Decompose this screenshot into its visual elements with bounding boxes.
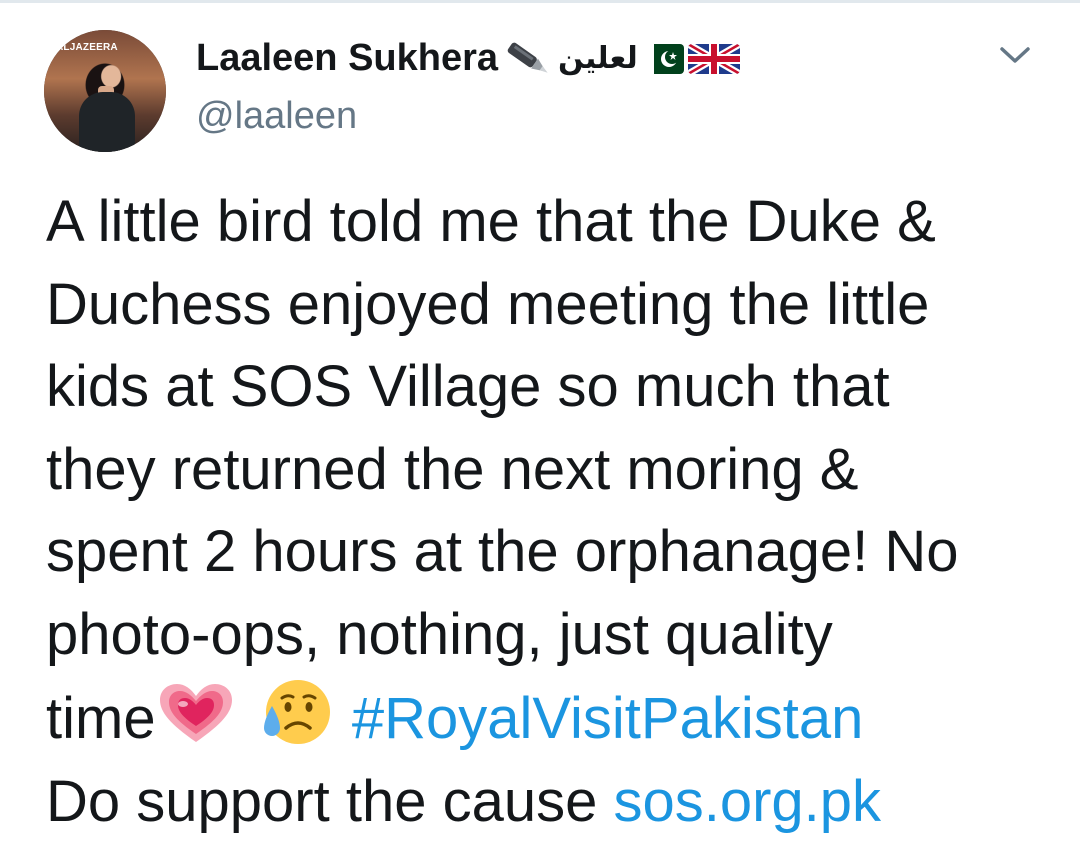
- tweet-line: Duchess enjoyed meeting the little: [46, 271, 930, 337]
- tweet-last-word: time: [46, 686, 156, 751]
- author-handle[interactable]: @laaleen: [196, 95, 357, 138]
- avatar-figure: [79, 92, 135, 152]
- tweet: ALJAZEERA Laaleen Sukhera لعلین @laaleen…: [0, 0, 1080, 848]
- hashtag-link[interactable]: #RoyalVisitPakistan: [352, 686, 864, 751]
- tweet-line: they returned the next moring &: [46, 436, 859, 502]
- closing-text: Do support the cause: [46, 768, 614, 834]
- chevron-down-icon[interactable]: [996, 41, 1034, 69]
- uk-flag-icon: [687, 43, 740, 74]
- tweet-line: photo-ops, nothing, just quality: [46, 601, 833, 667]
- sad-but-relieved-face-icon: [263, 680, 330, 744]
- tweet-line-emoji: time #RoyalVisitPakistan: [46, 676, 1056, 761]
- avatar[interactable]: ALJAZEERA: [44, 30, 166, 152]
- tweet-line: kids at SOS Village so much that: [46, 354, 890, 419]
- tweet-line-closing: Do support the cause sos.org.pk: [46, 761, 1056, 844]
- avatar-label: ALJAZEERA: [56, 42, 118, 53]
- growing-heart-icon: [159, 684, 232, 742]
- author-name[interactable]: Laaleen Sukhera: [196, 37, 498, 80]
- tweet-line: A little bird told me that the Duke &: [46, 189, 936, 254]
- pakistan-flag-icon: [643, 43, 684, 74]
- tweet-text: A little bird told me that the Duke & Du…: [46, 181, 1056, 843]
- fountain-pen-icon: [507, 42, 548, 73]
- sos-link[interactable]: sos.org.pk: [613, 769, 881, 834]
- tweet-line: spent 2 hours at the orphanage! No: [46, 519, 959, 584]
- author-name-row[interactable]: Laaleen Sukhera لعلین: [196, 37, 740, 80]
- author-urdu-name: لعلین: [558, 41, 638, 76]
